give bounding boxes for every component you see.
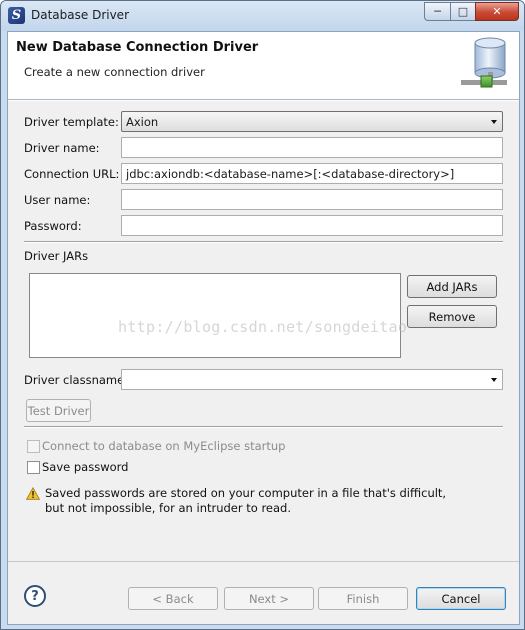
myeclipse-app-icon: S (8, 7, 25, 24)
database-connection-icon (461, 37, 507, 88)
dialog-window: S Database Driver ─ □ ✕ New Database Con… (0, 0, 525, 630)
maximize-button[interactable]: □ (450, 2, 475, 21)
warning-icon (26, 487, 40, 500)
window-controls: ─ □ ✕ (424, 2, 519, 21)
add-jars-button[interactable]: Add JARs (407, 275, 497, 298)
user-name-label: User name: (24, 193, 91, 207)
minimize-button[interactable]: ─ (424, 2, 450, 21)
driver-jars-label: Driver JARs (24, 249, 89, 263)
chevron-down-icon (491, 378, 497, 382)
save-password-checkbox[interactable] (27, 461, 40, 474)
driver-template-label: Driver template: (24, 115, 119, 129)
connect-on-startup-label: Connect to database on MyEclipse startup (42, 439, 286, 453)
driver-jars-list[interactable] (29, 273, 401, 358)
connection-url-label: Connection URL: (24, 167, 120, 181)
header-description: Create a new connection driver (24, 65, 205, 79)
warning-text: Saved passwords are stored on your compu… (45, 486, 447, 515)
watermark: http://blog.csdn.net/songdeitao (118, 318, 408, 336)
close-button[interactable]: ✕ (475, 2, 519, 21)
wizard-body: Driver template: Axion Driver name: Conn… (8, 101, 519, 561)
password-field[interactable] (121, 215, 503, 236)
next-button[interactable]: Next > (224, 587, 314, 610)
driver-classname-combo[interactable] (121, 369, 503, 390)
wizard-header: New Database Connection Driver Create a … (8, 32, 519, 100)
help-icon[interactable]: ? (24, 585, 46, 607)
window-title: Database Driver (31, 8, 129, 22)
chevron-down-icon (491, 120, 497, 124)
driver-classname-label: Driver classname: (24, 373, 129, 387)
connect-on-startup-checkbox[interactable] (27, 440, 40, 453)
remove-jar-button[interactable]: Remove (407, 305, 497, 328)
cancel-button[interactable]: Cancel (416, 587, 506, 610)
connection-url-field[interactable]: jdbc:axiondb:<database-name>[:<database-… (121, 163, 503, 184)
driver-template-value: Axion (126, 115, 159, 129)
separator (24, 426, 503, 428)
wizard-footer: ? < Back Next > Finish Cancel (8, 561, 519, 624)
user-name-field[interactable] (121, 189, 503, 210)
driver-template-select[interactable]: Axion (121, 111, 503, 132)
password-label: Password: (24, 219, 82, 233)
back-button[interactable]: < Back (128, 587, 218, 610)
finish-button[interactable]: Finish (318, 587, 408, 610)
driver-name-label: Driver name: (24, 141, 100, 155)
save-password-label: Save password (42, 460, 129, 474)
dialog-content: New Database Connection Driver Create a … (7, 31, 520, 625)
driver-name-field[interactable] (121, 137, 503, 158)
separator (24, 241, 503, 243)
test-driver-button[interactable]: Test Driver (26, 399, 91, 422)
header-title: New Database Connection Driver (16, 40, 259, 55)
title-bar[interactable]: S Database Driver ─ □ ✕ (1, 1, 524, 31)
